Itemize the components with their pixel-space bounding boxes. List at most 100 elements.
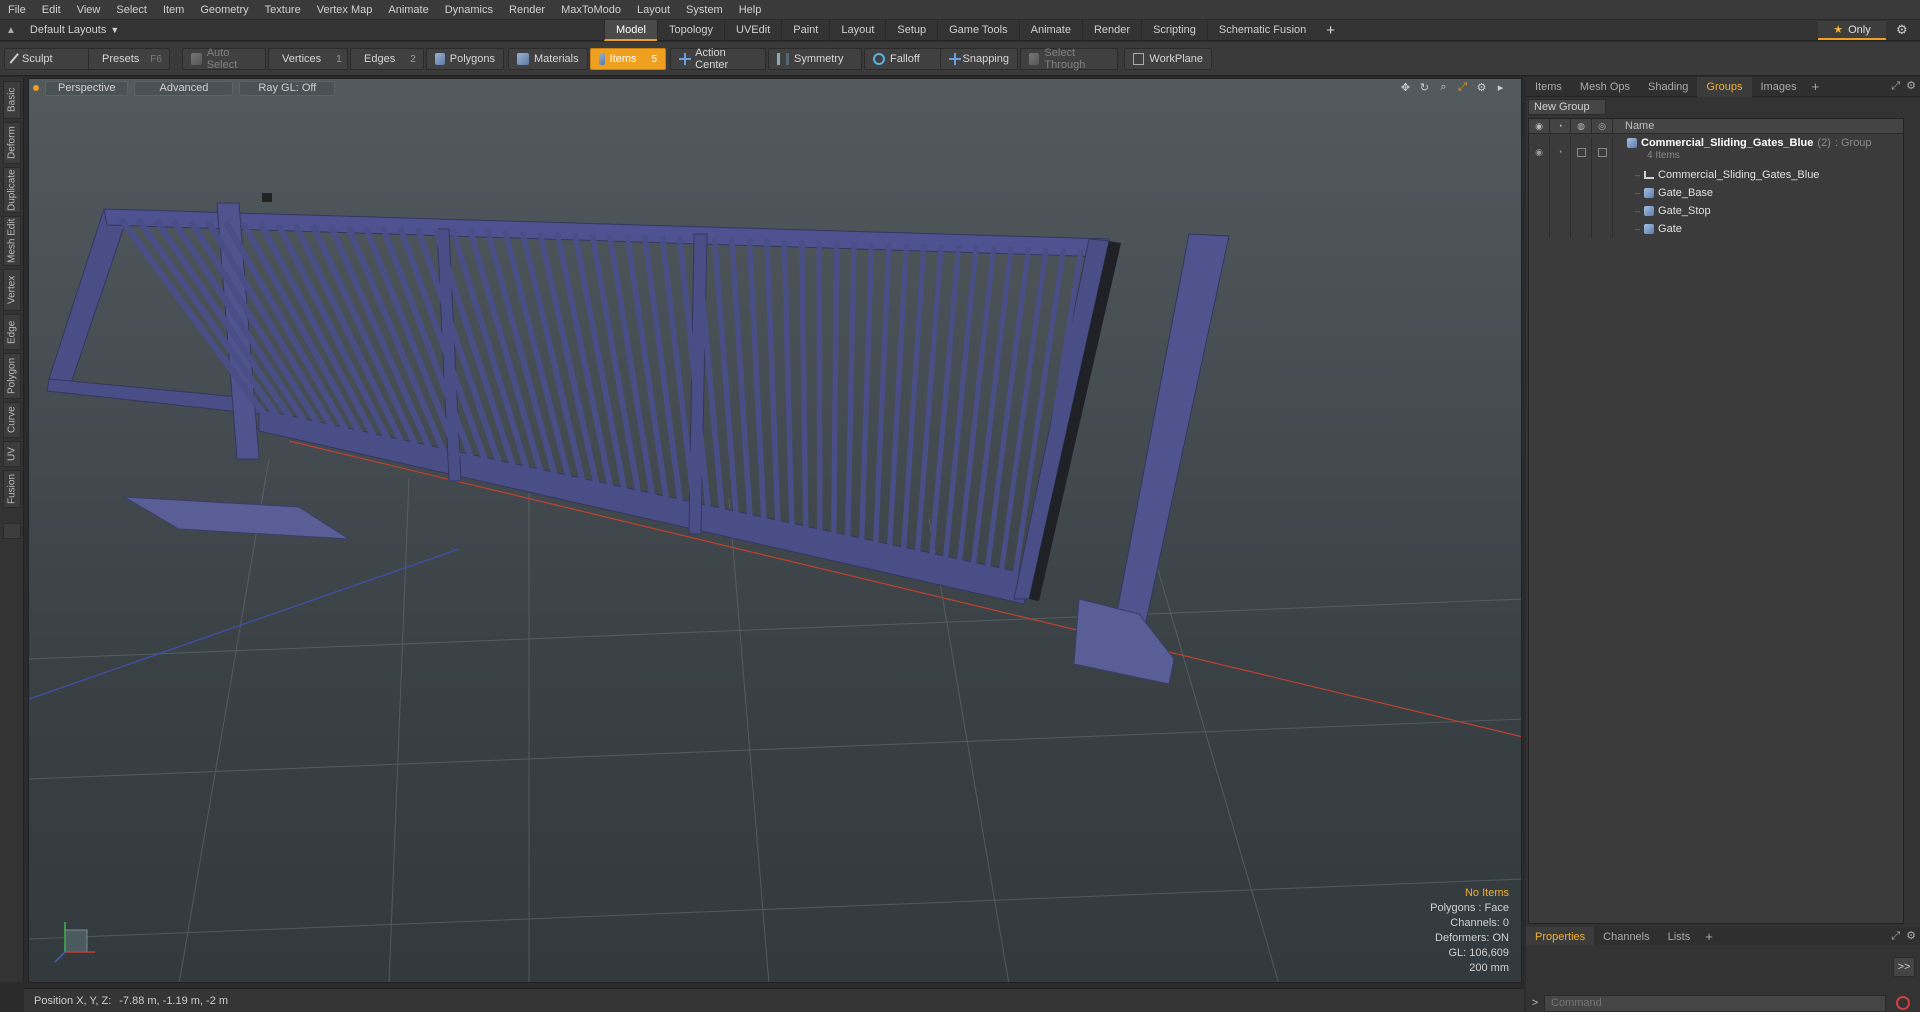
- raygl-button[interactable]: Ray GL: Off: [239, 80, 336, 96]
- layout-tab-animate[interactable]: Animate: [1018, 20, 1082, 41]
- menu-file[interactable]: File: [0, 0, 34, 20]
- render-column-icon[interactable]: ◔: [1550, 118, 1571, 134]
- tool-tab-edge[interactable]: Edge: [3, 314, 21, 350]
- stop-icon[interactable]: [1896, 996, 1910, 1010]
- new-group-button[interactable]: New Group: [1528, 99, 1606, 115]
- polygons-button[interactable]: Polygons: [426, 48, 504, 70]
- tree-row-item[interactable]: – Gate_Base: [1529, 184, 1903, 202]
- tree-toggle-cell[interactable]: [1550, 184, 1571, 202]
- tool-tab-fusion[interactable]: Fusion: [3, 470, 21, 508]
- tree-toggle-cell[interactable]: [1571, 166, 1592, 184]
- add-tab-icon[interactable]: +: [1806, 79, 1826, 94]
- layout-tab-render[interactable]: Render: [1081, 20, 1141, 41]
- panel-tab-items[interactable]: Items: [1526, 77, 1571, 97]
- tree-item-name[interactable]: – Gate: [1613, 223, 1682, 235]
- visibility-column-icon[interactable]: ◉: [1529, 118, 1550, 134]
- tree-row-item[interactable]: – Commercial_Sliding_Gates_Blue: [1529, 166, 1903, 184]
- select-toggle[interactable]: [1592, 137, 1613, 167]
- vertices-button[interactable]: Vertices 1: [268, 48, 348, 70]
- zoom-view-icon[interactable]: ⌕: [1437, 81, 1450, 94]
- tree-item-name[interactable]: – Gate_Stop: [1613, 205, 1711, 217]
- layout-tab-layout[interactable]: Layout: [829, 20, 885, 41]
- tool-tab-polygon[interactable]: Polygon: [3, 353, 21, 399]
- menu-dynamics[interactable]: Dynamics: [437, 0, 501, 20]
- select-column-icon[interactable]: ◎: [1592, 118, 1613, 134]
- menu-vertex-map[interactable]: Vertex Map: [309, 0, 381, 20]
- add-layout-tab-icon[interactable]: +: [1317, 20, 1344, 41]
- layout-tab-game-tools[interactable]: Game Tools: [937, 20, 1019, 41]
- tree-toggle-cell[interactable]: [1571, 220, 1592, 238]
- fit-view-icon[interactable]: ⤢: [1456, 81, 1469, 94]
- render-toggle-icon[interactable]: ◔: [1550, 137, 1571, 167]
- layout-tab-setup[interactable]: Setup: [885, 20, 937, 41]
- menu-maxtomodo[interactable]: MaxToModo: [553, 0, 629, 20]
- 3d-viewport[interactable]: Perspective Advanced Ray GL: Off ✥ ↻ ⌕ ⤢…: [28, 78, 1522, 983]
- menu-select[interactable]: Select: [108, 0, 155, 20]
- move-view-icon[interactable]: ✥: [1399, 81, 1412, 94]
- layout-tab-topology[interactable]: Topology: [656, 20, 724, 41]
- tool-tab-duplicate[interactable]: Duplicate: [3, 167, 21, 213]
- layout-tab-paint[interactable]: Paint: [781, 20, 829, 41]
- menu-animate[interactable]: Animate: [380, 0, 436, 20]
- expand-side-button[interactable]: >>: [1893, 957, 1915, 977]
- falloff-button[interactable]: Falloff: [864, 48, 944, 70]
- items-button[interactable]: Items 5: [590, 48, 666, 70]
- menu-texture[interactable]: Texture: [257, 0, 309, 20]
- tool-tab-mesh-edit[interactable]: Mesh Edit: [3, 216, 21, 266]
- menu-edit[interactable]: Edit: [34, 0, 69, 20]
- tool-tab-extra-icon[interactable]: [3, 523, 21, 539]
- tree-row-item[interactable]: – Gate: [1529, 220, 1903, 238]
- name-column-header[interactable]: Name: [1613, 120, 1654, 132]
- tree-toggle-cell[interactable]: [1571, 184, 1592, 202]
- tree-toggle-cell[interactable]: [1571, 202, 1592, 220]
- auto-select-button[interactable]: Auto Select: [182, 47, 266, 71]
- tool-tab-vertex[interactable]: Vertex: [3, 269, 21, 311]
- tree-toggle-cell[interactable]: [1550, 220, 1571, 238]
- select-through-button[interactable]: Select Through: [1020, 47, 1118, 71]
- expand-panel-icon[interactable]: ⤢: [1891, 80, 1900, 93]
- layout-tab-uvedit[interactable]: UVEdit: [724, 20, 781, 41]
- edges-button[interactable]: Edges 2: [350, 48, 424, 70]
- panel-tab-images[interactable]: Images: [1752, 77, 1806, 97]
- presets-button[interactable]: Presets F6: [88, 48, 170, 70]
- command-input[interactable]: [1544, 994, 1886, 1012]
- layout-tab-scripting[interactable]: Scripting: [1141, 20, 1207, 41]
- shading-mode-button[interactable]: Advanced: [134, 80, 234, 96]
- properties-tab-properties[interactable]: Properties: [1526, 926, 1595, 947]
- tool-tab-deform[interactable]: Deform: [3, 122, 21, 164]
- menu-system[interactable]: System: [678, 0, 731, 20]
- tree-toggle-cell[interactable]: [1529, 166, 1550, 184]
- lock-toggle[interactable]: [1571, 137, 1592, 167]
- panel-tab-mesh-ops[interactable]: Mesh Ops: [1571, 77, 1639, 97]
- view-type-button[interactable]: Perspective: [45, 80, 129, 96]
- tree-toggle-cell[interactable]: [1592, 202, 1613, 220]
- add-tab-icon[interactable]: +: [1699, 929, 1719, 944]
- workplane-button[interactable]: WorkPlane: [1124, 48, 1212, 70]
- action-center-button[interactable]: Action Center: [670, 47, 766, 71]
- panel-tab-groups[interactable]: Groups: [1697, 76, 1752, 97]
- tree-toggle-cell[interactable]: [1529, 184, 1550, 202]
- eye-icon[interactable]: ◉: [1529, 137, 1550, 167]
- tree-item-name[interactable]: – Commercial_Sliding_Gates_Blue: [1613, 169, 1819, 181]
- only-toggle-button[interactable]: ★ Only: [1818, 21, 1886, 40]
- group-name[interactable]: Commercial_Sliding_Gates_Blue (2) : Grou…: [1627, 137, 1872, 149]
- menu-item[interactable]: Item: [155, 0, 192, 20]
- layout-tab-model[interactable]: Model: [604, 20, 657, 41]
- tree-toggle-cell[interactable]: [1550, 166, 1571, 184]
- panel-gear-icon[interactable]: ⚙: [1906, 79, 1916, 92]
- tree-row-item[interactable]: – Gate_Stop: [1529, 202, 1903, 220]
- snapping-button[interactable]: Snapping: [940, 48, 1018, 70]
- gear-icon[interactable]: ⚙: [1896, 22, 1908, 38]
- tree-toggle-cell[interactable]: [1529, 220, 1550, 238]
- panel-tab-shading[interactable]: Shading: [1639, 77, 1697, 97]
- menu-help[interactable]: Help: [731, 0, 770, 20]
- expand-panel-icon[interactable]: ⤢: [1891, 930, 1900, 943]
- rotate-view-icon[interactable]: ↻: [1418, 81, 1431, 94]
- properties-tab-lists[interactable]: Lists: [1659, 927, 1700, 947]
- panel-gear-icon[interactable]: ⚙: [1906, 929, 1916, 942]
- viewport-settings-icon[interactable]: ⚙: [1475, 81, 1488, 94]
- tree-row-group[interactable]: ◉ ◔ Commercial_Sliding_Gates_Blue (2) : …: [1529, 135, 1903, 167]
- tree-toggle-cell[interactable]: [1592, 166, 1613, 184]
- viewport-expand-icon[interactable]: ▸: [1494, 81, 1507, 94]
- tree-toggle-cell[interactable]: [1550, 202, 1571, 220]
